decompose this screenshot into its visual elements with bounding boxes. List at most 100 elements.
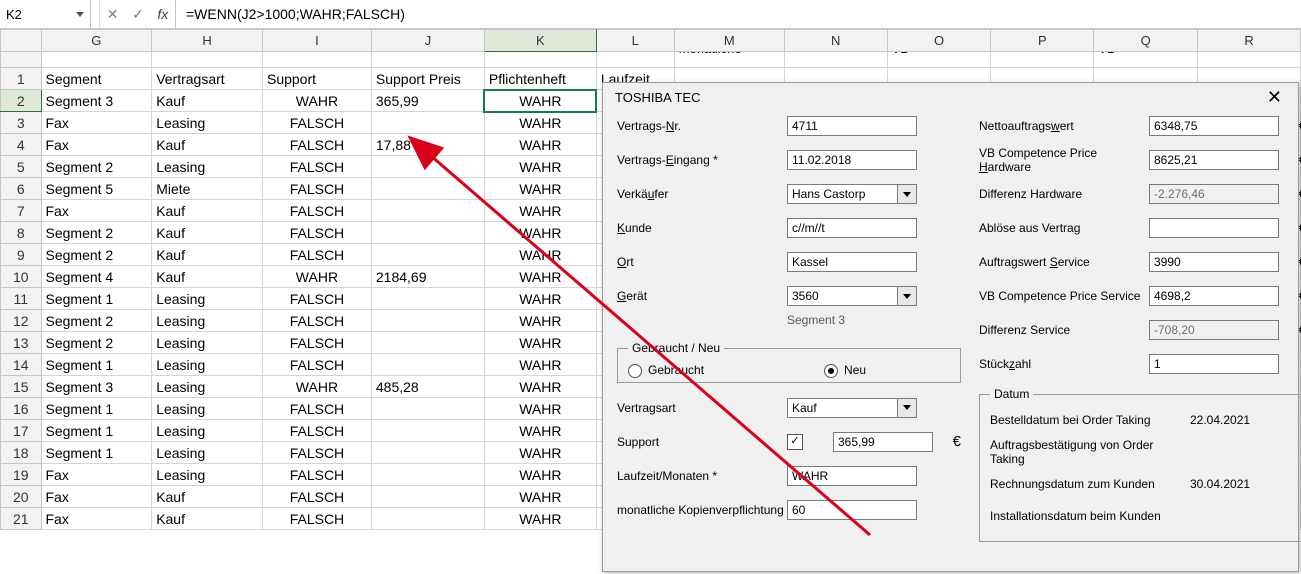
cell[interactable]: WAHR bbox=[484, 222, 596, 244]
col-header-R[interactable]: R bbox=[1198, 30, 1301, 52]
input-support-preis[interactable]: 365,99 bbox=[833, 432, 933, 452]
cell[interactable]: FALSCH bbox=[262, 112, 371, 134]
input-kunde[interactable]: c//m//t bbox=[787, 218, 917, 238]
cell[interactable]: WAHR bbox=[484, 200, 596, 222]
cell[interactable] bbox=[371, 398, 484, 420]
input-abloese[interactable] bbox=[1149, 218, 1279, 238]
input-vertrags-nr[interactable]: 4711 bbox=[787, 116, 917, 136]
cell[interactable]: FALSCH bbox=[262, 486, 371, 508]
cell[interactable]: Kauf bbox=[152, 90, 263, 112]
select-verkaeufer[interactable]: Hans Castorp bbox=[787, 184, 917, 204]
col-header-N[interactable]: N bbox=[784, 30, 887, 52]
chevron-down-icon[interactable] bbox=[897, 185, 916, 203]
cell[interactable]: Pflichtenheft bbox=[484, 68, 596, 90]
row-header[interactable]: 14 bbox=[1, 354, 42, 376]
cell[interactable]: WAHR bbox=[262, 266, 371, 288]
cell[interactable]: Fax bbox=[41, 464, 152, 486]
cell[interactable] bbox=[371, 222, 484, 244]
cell[interactable]: FALSCH bbox=[262, 222, 371, 244]
row-header[interactable]: 5 bbox=[1, 156, 42, 178]
select-all-cell[interactable] bbox=[1, 30, 42, 52]
formula-input[interactable]: =WENN(J2>1000;WAHR;FALSCH) bbox=[176, 0, 1301, 28]
cell[interactable] bbox=[371, 156, 484, 178]
cell[interactable]: Leasing bbox=[152, 354, 263, 376]
cell[interactable] bbox=[371, 200, 484, 222]
row-header[interactable]: 19 bbox=[1, 464, 42, 486]
input-vertrags-eingang[interactable]: 11.02.2018 bbox=[787, 150, 917, 170]
cell[interactable]: FALSCH bbox=[262, 288, 371, 310]
cell[interactable]: WAHR bbox=[484, 112, 596, 134]
chevron-down-icon[interactable] bbox=[897, 287, 916, 305]
row-header[interactable]: 7 bbox=[1, 200, 42, 222]
chevron-down-icon[interactable] bbox=[897, 399, 916, 417]
row-header[interactable]: 9 bbox=[1, 244, 42, 266]
cell[interactable]: Segment 2 bbox=[41, 222, 152, 244]
cell[interactable]: Segment 2 bbox=[41, 156, 152, 178]
input-laufzeit[interactable]: WAHR bbox=[787, 466, 917, 486]
cell[interactable] bbox=[371, 508, 484, 530]
row-header[interactable]: 18 bbox=[1, 442, 42, 464]
col-header-G[interactable]: G bbox=[41, 30, 152, 52]
cell[interactable]: Segment 5 bbox=[41, 178, 152, 200]
cell[interactable]: 17,88 bbox=[371, 134, 484, 156]
cell[interactable]: WAHR bbox=[484, 244, 596, 266]
cell[interactable]: FALSCH bbox=[262, 244, 371, 266]
cell[interactable]: Segment 2 bbox=[41, 332, 152, 354]
cell[interactable]: Leasing bbox=[152, 398, 263, 420]
col-header-L[interactable]: L bbox=[596, 30, 674, 52]
cell[interactable]: WAHR bbox=[484, 464, 596, 486]
cell[interactable]: 365,99 bbox=[371, 90, 484, 112]
cell[interactable]: Segment 3 bbox=[41, 376, 152, 398]
cell[interactable]: WAHR bbox=[484, 134, 596, 156]
row-header[interactable]: 11 bbox=[1, 288, 42, 310]
fx-icon[interactable]: fx bbox=[157, 6, 168, 22]
cell[interactable]: Leasing bbox=[152, 442, 263, 464]
cell[interactable]: FALSCH bbox=[262, 398, 371, 420]
cell[interactable] bbox=[371, 112, 484, 134]
cell[interactable]: Kauf bbox=[152, 134, 263, 156]
cell[interactable]: FALSCH bbox=[262, 332, 371, 354]
row-header[interactable]: 2 bbox=[1, 90, 42, 112]
row-header[interactable]: 16 bbox=[1, 398, 42, 420]
cell[interactable]: Fax bbox=[41, 112, 152, 134]
row-header[interactable]: 6 bbox=[1, 178, 42, 200]
cell[interactable]: Leasing bbox=[152, 112, 263, 134]
cell[interactable]: FALSCH bbox=[262, 310, 371, 332]
select-vertragsart[interactable]: Kauf bbox=[787, 398, 917, 418]
cell[interactable]: Leasing bbox=[152, 376, 263, 398]
input-nettoauftragswert[interactable]: 6348,75 bbox=[1149, 116, 1279, 136]
row-header[interactable]: 20 bbox=[1, 486, 42, 508]
cell[interactable]: WAHR bbox=[262, 90, 371, 112]
input-vb-service[interactable]: 4698,2 bbox=[1149, 286, 1279, 306]
cell[interactable] bbox=[371, 420, 484, 442]
cell[interactable]: Segment 1 bbox=[41, 442, 152, 464]
cell[interactable]: WAHR bbox=[484, 90, 596, 112]
cell[interactable]: Kauf bbox=[152, 266, 263, 288]
input-auftragswert-service[interactable]: 3990 bbox=[1149, 252, 1279, 272]
cell[interactable]: Kauf bbox=[152, 200, 263, 222]
cell[interactable]: Leasing bbox=[152, 464, 263, 486]
cell[interactable]: Leasing bbox=[152, 288, 263, 310]
cell[interactable] bbox=[371, 178, 484, 200]
cell[interactable]: Vertragsart bbox=[152, 68, 263, 90]
cell[interactable]: FALSCH bbox=[262, 354, 371, 376]
cell[interactable] bbox=[371, 310, 484, 332]
cell[interactable]: WAHR bbox=[484, 420, 596, 442]
cell[interactable]: WAHR bbox=[484, 178, 596, 200]
cell[interactable]: Segment 2 bbox=[41, 244, 152, 266]
checkbox-support[interactable]: ✓ bbox=[787, 434, 803, 450]
cell[interactable] bbox=[371, 486, 484, 508]
radio-gebraucht[interactable]: Gebraucht bbox=[628, 363, 704, 378]
cell[interactable]: FALSCH bbox=[262, 464, 371, 486]
cell[interactable]: Segment 4 bbox=[41, 266, 152, 288]
row-header[interactable]: 8 bbox=[1, 222, 42, 244]
cell[interactable]: Support bbox=[262, 68, 371, 90]
cell[interactable]: FALSCH bbox=[262, 178, 371, 200]
cell[interactable]: Fax bbox=[41, 486, 152, 508]
cell[interactable]: FALSCH bbox=[262, 134, 371, 156]
col-header-P[interactable]: P bbox=[991, 30, 1094, 52]
cell[interactable]: Kauf bbox=[152, 244, 263, 266]
cell[interactable] bbox=[371, 288, 484, 310]
row-header[interactable]: 12 bbox=[1, 310, 42, 332]
radio-neu[interactable]: Neu bbox=[824, 363, 866, 378]
